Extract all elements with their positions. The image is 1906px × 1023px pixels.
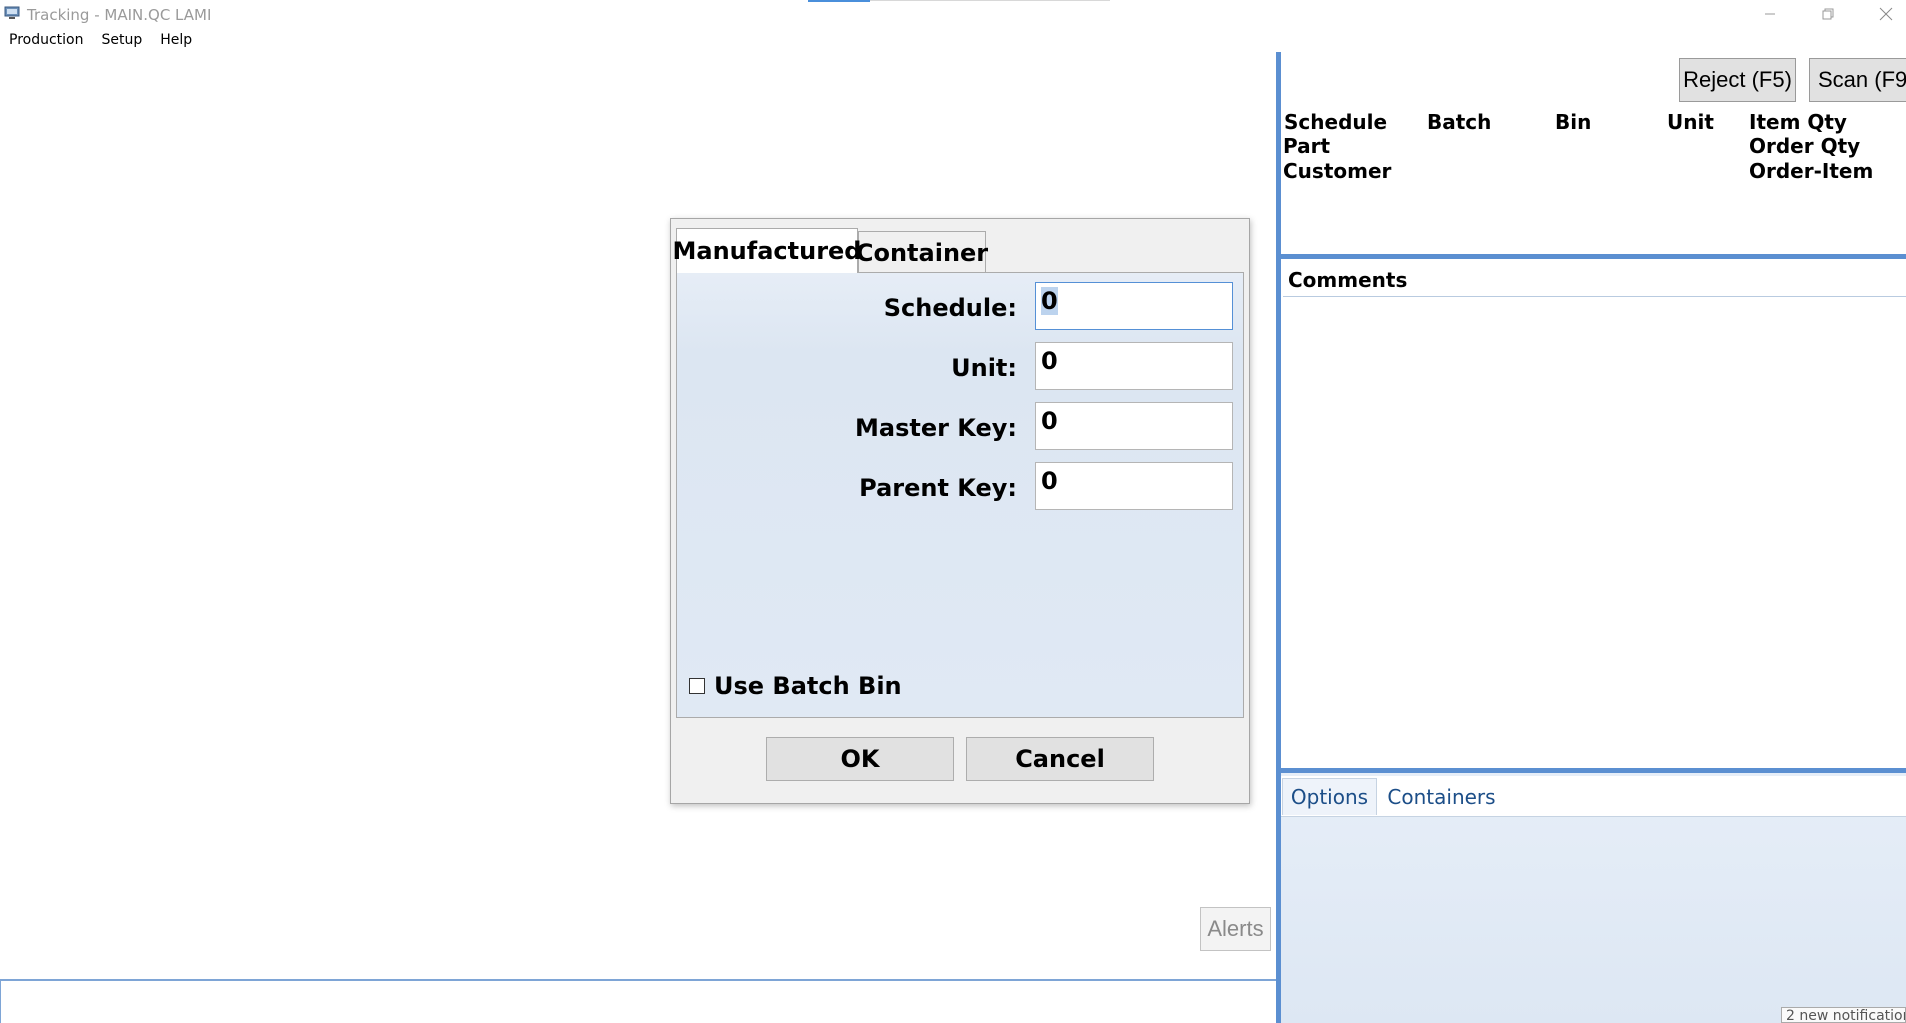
master-key-input[interactable]: 0 [1035,402,1233,450]
restore-icon[interactable] [1799,0,1857,28]
header-batch: Batch [1427,110,1492,134]
title-bar [0,0,1906,28]
title-accent-line-gray [870,0,1110,1]
menu-help[interactable]: Help [151,30,201,50]
header-order-item: Order-Item [1749,159,1874,183]
use-batch-bin-checkbox[interactable] [689,678,705,694]
header-order-qty: Order Qty [1749,134,1861,158]
reject-button[interactable]: Reject (F5) [1679,58,1796,102]
header-item-qty: Item Qty [1749,110,1847,134]
title-accent-line [808,0,870,2]
tab-container[interactable]: Container [856,231,988,273]
cancel-button[interactable]: Cancel [966,737,1154,781]
comments-area[interactable] [1283,297,1906,768]
alerts-button[interactable]: Alerts [1200,907,1271,951]
header-part: Part [1283,134,1331,158]
schedule-label: Schedule: [883,294,1017,322]
notification-toast[interactable]: 2 new notifications [1781,1007,1906,1023]
tab-containers[interactable]: Containers [1379,778,1504,815]
header-bin: Bin [1555,110,1592,134]
schedule-input[interactable]: 0 [1035,282,1233,330]
comments-title: Comments [1288,268,1408,292]
parent-key-label: Parent Key: [859,474,1017,502]
close-icon[interactable] [1857,0,1906,28]
use-batch-bin-label[interactable]: Use Batch Bin [714,672,902,700]
scan-button[interactable]: Scan (F9) [1809,58,1906,102]
header-schedule: Schedule [1284,110,1388,134]
menu-setup[interactable]: Setup [92,30,151,50]
header-customer: Customer [1283,159,1392,183]
tab-options[interactable]: Options [1282,778,1377,815]
panel-separator-top[interactable] [1281,254,1906,259]
tab-manufactured[interactable]: Manufactured [673,228,861,273]
menu-production[interactable]: Production [0,30,92,50]
header-unit: Unit [1667,110,1714,134]
monitor-app-icon [4,6,20,20]
ok-button[interactable]: OK [766,737,954,781]
window-title: Tracking - MAIN.QC LAMI [27,6,212,24]
status-bar [0,979,1276,1023]
schedule-input-value: 0 [1041,287,1058,315]
unit-label: Unit: [951,354,1017,382]
minimize-icon[interactable] [1741,0,1799,28]
unit-input[interactable]: 0 [1035,342,1233,390]
master-key-label: Master Key: [855,414,1017,442]
menu-bar: Production Setup Help [0,30,201,50]
parent-key-input[interactable]: 0 [1035,462,1233,510]
